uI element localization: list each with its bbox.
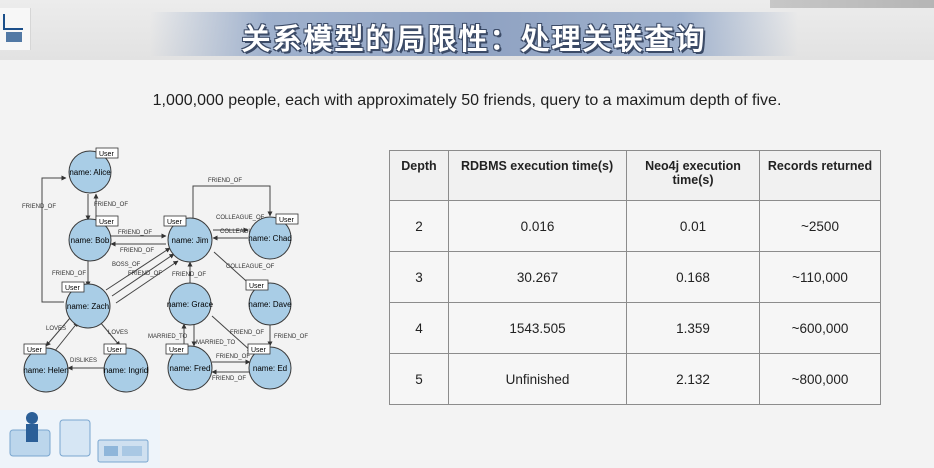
edge-label: FRIEND_OF	[230, 330, 264, 336]
table-cell: ~600,000	[759, 302, 881, 354]
graph-node-fred: User name: Fred	[165, 343, 213, 391]
table-cell: 0.01	[626, 200, 760, 252]
slide-subtitle: 1,000,000 people, each with approximatel…	[152, 92, 782, 109]
table-cell: ~110,000	[759, 251, 881, 303]
partner-logo-strip	[770, 0, 934, 8]
table-cell: 4	[389, 302, 449, 354]
edge-label: LOVES	[46, 326, 66, 332]
svg-text:name: Bob: name: Bob	[71, 236, 110, 245]
table-row: 5 Unfinished 2.132 ~800,000	[389, 353, 881, 405]
svg-text:name: Grace: name: Grace	[167, 300, 214, 309]
column-header: RDBMS execution time(s)	[448, 150, 627, 201]
edge-label: DISLIKES	[70, 358, 97, 364]
edge-label: COLLEAGUE_OF	[216, 215, 265, 221]
svg-text:User: User	[65, 285, 80, 292]
edge-label: FRIEND_OF	[212, 376, 246, 382]
svg-text:User: User	[167, 219, 182, 226]
social-graph-diagram: FRIEND_OF FRIEND_OF FRIEND_OF FRIEND_OF …	[22, 147, 308, 393]
logo-block-icon	[6, 32, 22, 42]
edge-label: LOVES	[108, 330, 128, 336]
svg-text:name: Zach: name: Zach	[67, 302, 109, 311]
edge-label: FRIEND_OF	[120, 248, 154, 254]
svg-text:User: User	[169, 347, 184, 354]
table-cell: 5	[389, 353, 449, 405]
table-cell: 2.132	[626, 353, 760, 405]
svg-text:name: Fred: name: Fred	[170, 364, 211, 373]
table-cell: Unfinished	[448, 353, 627, 405]
edge-label: FRIEND_OF	[22, 204, 56, 210]
table-cell: 1.359	[626, 302, 760, 354]
edge-jim-chad-top	[192, 185, 273, 218]
svg-text:User: User	[99, 219, 114, 226]
edge-label: BOSS_OF	[112, 262, 141, 268]
svg-text:User: User	[251, 347, 266, 354]
edge-zach-helen	[45, 317, 71, 347]
table-cell: 30.267	[448, 251, 627, 303]
table-row: 2 0.016 0.01 ~2500	[389, 200, 881, 252]
slide-title: 关系模型的局限性：处理关联查询	[241, 22, 707, 56]
table-cell: ~2500	[759, 200, 881, 252]
edge-label: FRIEND_OF	[52, 271, 86, 277]
edge-label: FRIEND_OF	[118, 230, 152, 236]
table-row: 3 30.267 0.168 ~110,000	[389, 251, 881, 303]
column-header: Records returned	[759, 150, 881, 201]
svg-text:User: User	[249, 283, 264, 290]
graph-node-jim: User name: Jim	[163, 215, 213, 263]
table-cell: 3	[389, 251, 449, 303]
table-cell: 0.168	[626, 251, 760, 303]
svg-text:name: Chad: name: Chad	[248, 234, 292, 243]
graph-node-alice: User name: Alice	[68, 147, 119, 194]
svg-text:User: User	[279, 217, 294, 224]
logo-mark-icon	[3, 14, 23, 30]
svg-text:name: Alice: name: Alice	[69, 168, 111, 177]
svg-text:name: Helen: name: Helen	[23, 366, 68, 375]
graph-node-ed: User name: Ed	[247, 343, 292, 390]
edge-label: FRIEND_OF	[172, 272, 206, 278]
edge-label: COLLEAGUE_OF	[226, 264, 275, 270]
table-cell: 0.016	[448, 200, 627, 252]
svg-text:User: User	[27, 347, 42, 354]
svg-text:User: User	[99, 151, 114, 158]
organization-logo	[0, 8, 31, 50]
column-header: Neo4j execution time(s)	[626, 150, 760, 201]
svg-text:name: Ed: name: Ed	[253, 364, 287, 373]
table-cell: ~800,000	[759, 353, 881, 405]
column-header: Depth	[389, 150, 449, 201]
graph-node-grace: name: Grace	[167, 282, 214, 326]
svg-text:User: User	[107, 347, 122, 354]
query-performance-table: Depth RDBMS execution time(s) Neo4j exec…	[389, 150, 881, 405]
table-cell: 2	[389, 200, 449, 252]
graph-node-helen: User name: Helen	[23, 343, 69, 393]
graph-node-dave: User name: Dave	[245, 279, 292, 326]
svg-text:name: Jim: name: Jim	[172, 236, 209, 245]
svg-text:name: Dave: name: Dave	[248, 300, 292, 309]
table-row: 4 1543.505 1.359 ~600,000	[389, 302, 881, 354]
table-header-row: Depth RDBMS execution time(s) Neo4j exec…	[389, 150, 881, 201]
edge-label: FRIEND_OF	[128, 271, 162, 277]
graph-node-ingrid: User name: Ingrid	[103, 343, 149, 393]
edge-label: MARRIED_TO	[196, 340, 236, 346]
graph-node-zach: User name: Zach	[61, 281, 111, 329]
edge-label: MARRIED_TO	[148, 334, 188, 340]
edge-zach-jim-1	[105, 247, 171, 291]
svg-text:name: Ingrid: name: Ingrid	[104, 366, 148, 375]
edge-label: FRIEND_OF	[216, 354, 250, 360]
edge-label: FRIEND_OF	[274, 334, 308, 340]
edge-label: FRIEND_OF	[208, 178, 242, 184]
edge-label: FRIEND_OF	[94, 202, 128, 208]
graph-node-bob: User name: Bob	[68, 215, 119, 262]
table-cell: 1543.505	[448, 302, 627, 354]
decorative-illustration	[0, 410, 160, 468]
